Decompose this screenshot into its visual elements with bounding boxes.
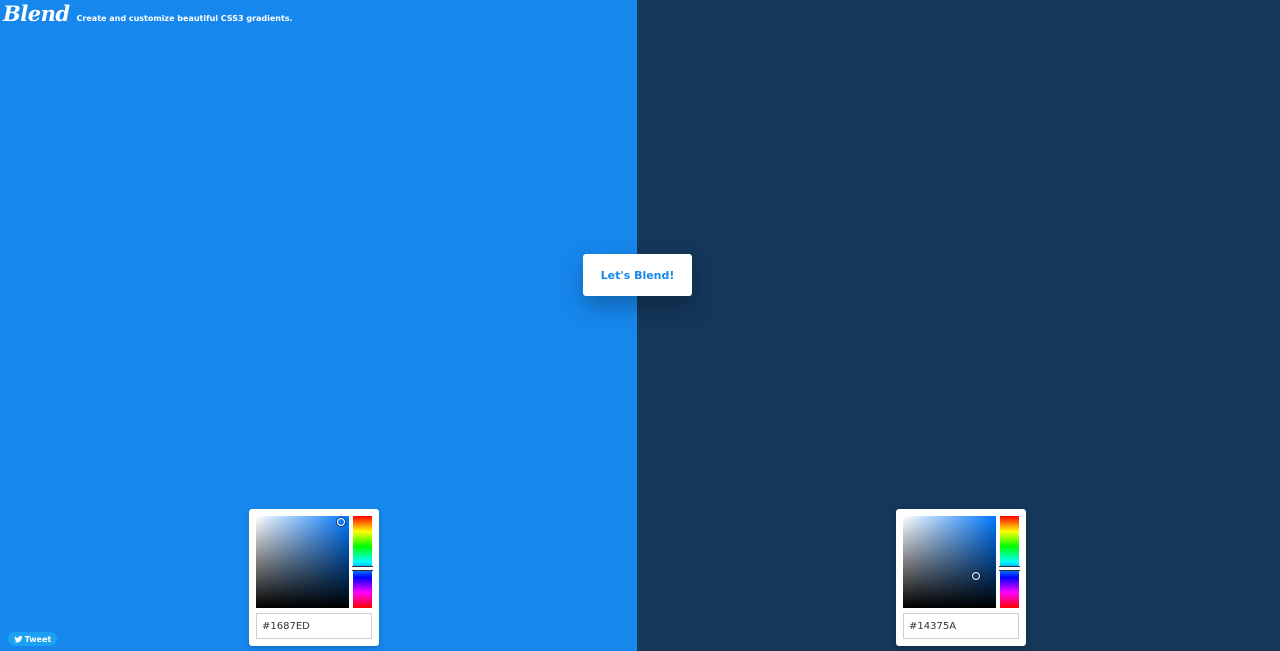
hue-slider[interactable]	[352, 516, 373, 608]
app-stage: Blend Create and customize beautiful CSS…	[0, 0, 1280, 651]
tagline: Create and customize beautiful CSS3 grad…	[76, 14, 293, 23]
saturation-handle[interactable]	[971, 571, 980, 580]
header: Blend Create and customize beautiful CSS…	[3, 1, 293, 26]
right-color-picker	[896, 509, 1026, 646]
twitter-bird-icon	[14, 635, 23, 643]
saturation-handle[interactable]	[336, 518, 345, 527]
logo[interactable]: Blend	[3, 1, 70, 26]
lets-blend-button[interactable]: Let's Blend!	[583, 254, 692, 296]
tweet-button[interactable]: Tweet	[8, 632, 57, 646]
tweet-label: Tweet	[24, 634, 52, 644]
left-color-picker	[249, 509, 379, 646]
saturation-brightness-area[interactable]	[256, 516, 349, 608]
hue-handle[interactable]	[352, 566, 373, 572]
hue-slider[interactable]	[999, 516, 1020, 608]
hex-color-input[interactable]	[903, 613, 1019, 639]
hex-color-input[interactable]	[256, 613, 372, 639]
hue-handle[interactable]	[999, 566, 1020, 572]
saturation-brightness-area[interactable]	[903, 516, 996, 608]
